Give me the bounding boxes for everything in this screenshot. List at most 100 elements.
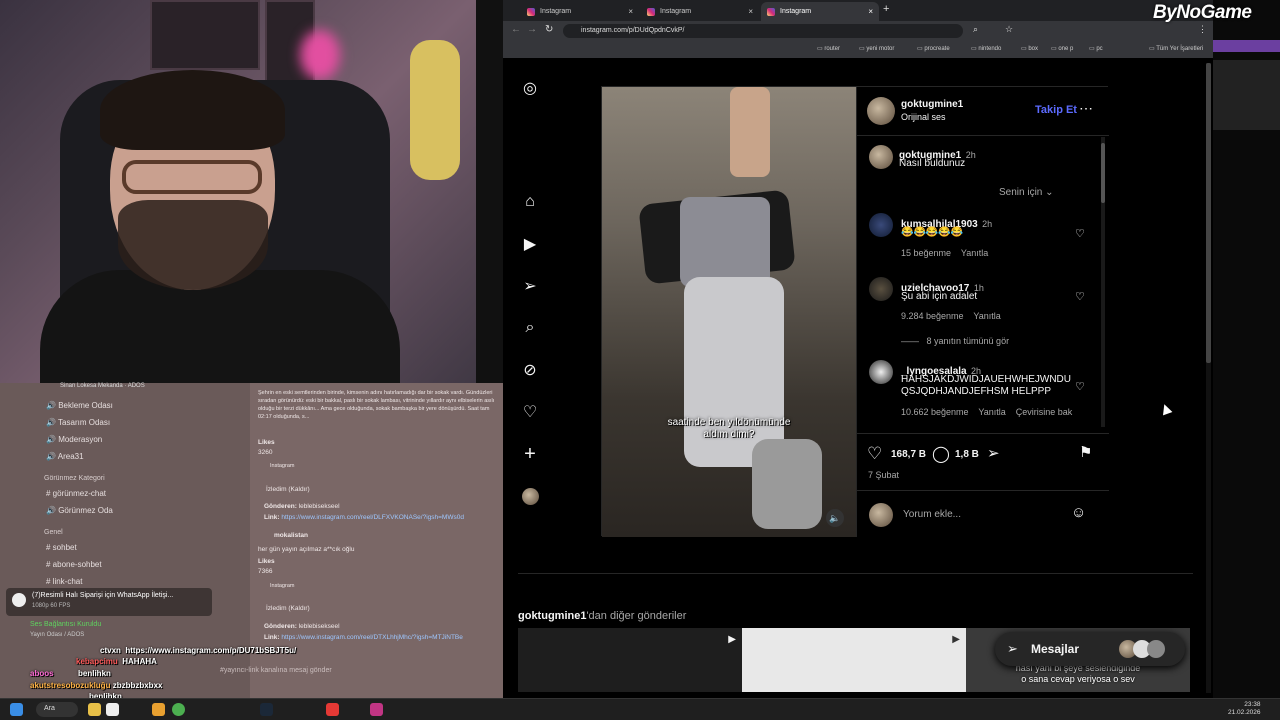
comment-icon[interactable]: ◯	[932, 444, 950, 464]
video-caption: saatinde ben yıldönümünde aldım dimi?	[667, 417, 791, 440]
save-icon[interactable]: ⚑	[1079, 443, 1092, 461]
profile-avatar[interactable]	[522, 488, 539, 505]
like-icon[interactable]: ♡	[867, 444, 882, 464]
clock[interactable]: 23:38 21.02.2026	[1228, 701, 1261, 717]
tab-instagram-3[interactable]: Instagram ×	[761, 2, 879, 21]
divider	[857, 490, 1109, 491]
comment-likes[interactable]: 10.662 beğenme	[901, 407, 969, 417]
reel-link-2[interactable]: https://www.instagram.com/reel/DTXLhhjMh…	[281, 634, 463, 641]
new-tab-button[interactable]: +	[883, 3, 889, 15]
channel-abone-sohbet[interactable]: # abone-sohbet	[46, 560, 102, 569]
close-tab-icon[interactable]: ×	[868, 7, 873, 16]
search-icon[interactable]: ⌕	[520, 318, 540, 338]
bookmark-star-icon[interactable]: ☆	[1005, 24, 1013, 35]
close-tab-icon[interactable]: ×	[748, 7, 753, 16]
likes-count[interactable]: 168,7 B	[891, 449, 926, 460]
notepad-icon[interactable]	[106, 703, 119, 716]
channel-gorunmez-oda[interactable]: 🔊 Görünmez Oda	[46, 506, 113, 515]
post-text: Şehrin en eski semtlerinden birinde, kim…	[258, 390, 495, 412]
translate-button[interactable]: Çevirisine bak	[1016, 407, 1073, 417]
forward-icon[interactable]: →	[527, 24, 537, 35]
post-video[interactable]: saatinde ben yıldönümünde aldım dimi? 🔈	[602, 87, 856, 537]
reels-icon[interactable]: ▶	[520, 234, 540, 254]
tab-instagram-2[interactable]: Instagram ×	[641, 2, 759, 21]
comment-filter[interactable]: Senin için ⌄	[999, 187, 1054, 198]
bookmark-item[interactable]: ▭ box	[1021, 45, 1038, 52]
channel-tasarim[interactable]: 🔊 Tasarım Odası	[46, 418, 110, 427]
category-hidden[interactable]: Görünmez Kategori	[44, 475, 105, 482]
tab-bar: Instagram × Instagram × Instagram × +	[503, 0, 1213, 21]
view-replies-button[interactable]: —— 8 yanıtın tümünü gör	[901, 336, 1009, 346]
person-hair	[100, 70, 285, 150]
app-icon[interactable]	[152, 703, 165, 716]
home-icon[interactable]: ⌂	[520, 192, 540, 212]
explore-icon[interactable]: ⊘	[520, 360, 540, 380]
reel-link-1[interactable]: https://www.instagram.com/reel/DLFXVKONA…	[281, 514, 464, 521]
follow-button[interactable]: Takip Et	[1035, 104, 1077, 116]
bookmark-item[interactable]: ▭ yeni motor	[859, 45, 894, 52]
comment-avatar[interactable]	[869, 213, 893, 237]
close-tab-icon[interactable]: ×	[628, 7, 633, 16]
comment-avatar[interactable]	[869, 277, 893, 301]
more-posts-title: goktugmine1'dan diğer gönderiler	[518, 610, 687, 622]
notifications-heart-icon[interactable]: ♡	[520, 402, 540, 422]
more-options-icon[interactable]: ⋯	[1079, 100, 1093, 117]
steam-icon[interactable]	[260, 703, 273, 716]
url-input[interactable]: instagram.com/p/DUdQpdnCvkP/	[563, 24, 963, 38]
instagram-logo-icon[interactable]: ◎	[520, 78, 540, 98]
person-glasses	[122, 160, 262, 194]
bynogame-logo: ByNoGame	[1153, 2, 1252, 23]
explorer-icon[interactable]	[88, 703, 101, 716]
reload-icon[interactable]: ↻	[545, 24, 553, 35]
more-post-thumb[interactable]: ▶	[742, 628, 966, 692]
channel-bekleme[interactable]: 🔊 Bekleme Odası	[46, 401, 113, 410]
comment-likes[interactable]: 15 beğenme	[901, 248, 951, 258]
like-comment-icon[interactable]: ♡	[1075, 290, 1085, 303]
channel-moderasyon[interactable]: 🔊 Moderasyon	[46, 435, 102, 444]
mute-icon[interactable]: 🔈	[826, 509, 844, 527]
reply-button[interactable]: Yanıtla	[978, 407, 1005, 417]
comment-input[interactable]: Yorum ekle...	[903, 509, 961, 520]
create-icon[interactable]: +	[520, 443, 540, 465]
messages-button[interactable]: ➢ Mesajlar	[995, 632, 1185, 666]
more-post-thumb[interactable]: ▶	[518, 628, 742, 692]
author-username[interactable]: goktugmine1	[901, 99, 963, 110]
search-box[interactable]: Ara	[36, 702, 78, 717]
chrome-icon[interactable]	[172, 703, 185, 716]
recorder-icon[interactable]	[326, 703, 339, 716]
notification-toast[interactable]: (7)Resimli Halı Siparişi için WhatsApp İ…	[6, 588, 212, 616]
channel-gorunmez-chat[interactable]: # görünmez-chat	[46, 489, 106, 498]
caption-avatar[interactable]	[869, 145, 893, 169]
channel-area31[interactable]: 🔊 Area31	[46, 452, 84, 461]
share-icon[interactable]: ➢	[987, 444, 1000, 462]
reply-button[interactable]: Yanıtla	[961, 248, 988, 258]
bookmark-item[interactable]: ▭ pc	[1089, 45, 1103, 52]
windows-start-icon[interactable]	[10, 703, 23, 716]
bookmark-item[interactable]: ▭ nintendo	[971, 45, 1001, 52]
instagram-icon[interactable]	[370, 703, 383, 716]
tab-instagram-1[interactable]: Instagram ×	[521, 2, 639, 21]
author-avatar[interactable]	[867, 97, 895, 125]
back-icon[interactable]: ←	[511, 24, 521, 35]
voice-user: Sinan Lokesa Mekanda · ADOS	[60, 383, 145, 389]
zoom-icon[interactable]: ⌕	[973, 24, 978, 35]
bookmark-item[interactable]: ▭ procreate	[917, 45, 950, 52]
bookmark-item[interactable]: ▭ one p	[1051, 45, 1073, 52]
page-scrollbar[interactable]	[1206, 63, 1211, 693]
audio-label[interactable]: Orijinal ses	[901, 112, 946, 122]
category-general[interactable]: Genel	[44, 529, 63, 536]
like-comment-icon[interactable]: ♡	[1075, 380, 1085, 393]
message-input[interactable]: #yayıncı-link kanalına mesaj gönder	[220, 667, 500, 685]
comments-scrollbar[interactable]	[1101, 137, 1105, 427]
post-modal: saatinde ben yıldönümünde aldım dimi? 🔈 …	[601, 86, 1109, 537]
direct-icon[interactable]: ➢	[520, 276, 540, 296]
comment-avatar[interactable]	[869, 360, 893, 384]
channel-link-chat[interactable]: # link-chat	[46, 577, 82, 586]
like-comment-icon[interactable]: ♡	[1075, 227, 1085, 240]
all-bookmarks[interactable]: ▭ Tüm Yer İşaretleri	[1149, 45, 1203, 52]
emoji-icon[interactable]: ☺	[1071, 504, 1086, 521]
channel-sohbet[interactable]: # sohbet	[46, 543, 77, 552]
comment-likes[interactable]: 9.284 beğenme	[901, 311, 964, 321]
reply-button[interactable]: Yanıtla	[973, 311, 1000, 321]
bookmark-item[interactable]: ▭ router	[817, 45, 840, 52]
